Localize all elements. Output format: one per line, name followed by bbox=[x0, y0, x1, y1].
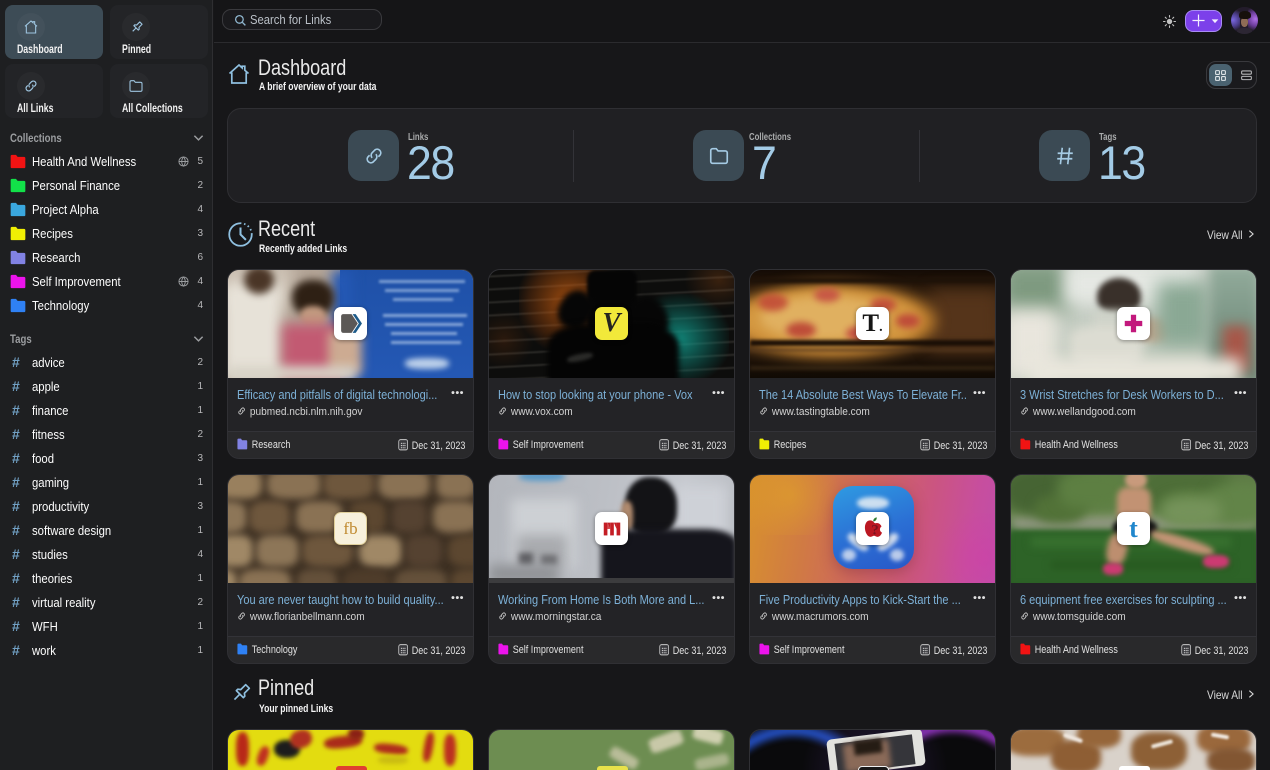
svg-text:?: ? bbox=[871, 522, 879, 538]
